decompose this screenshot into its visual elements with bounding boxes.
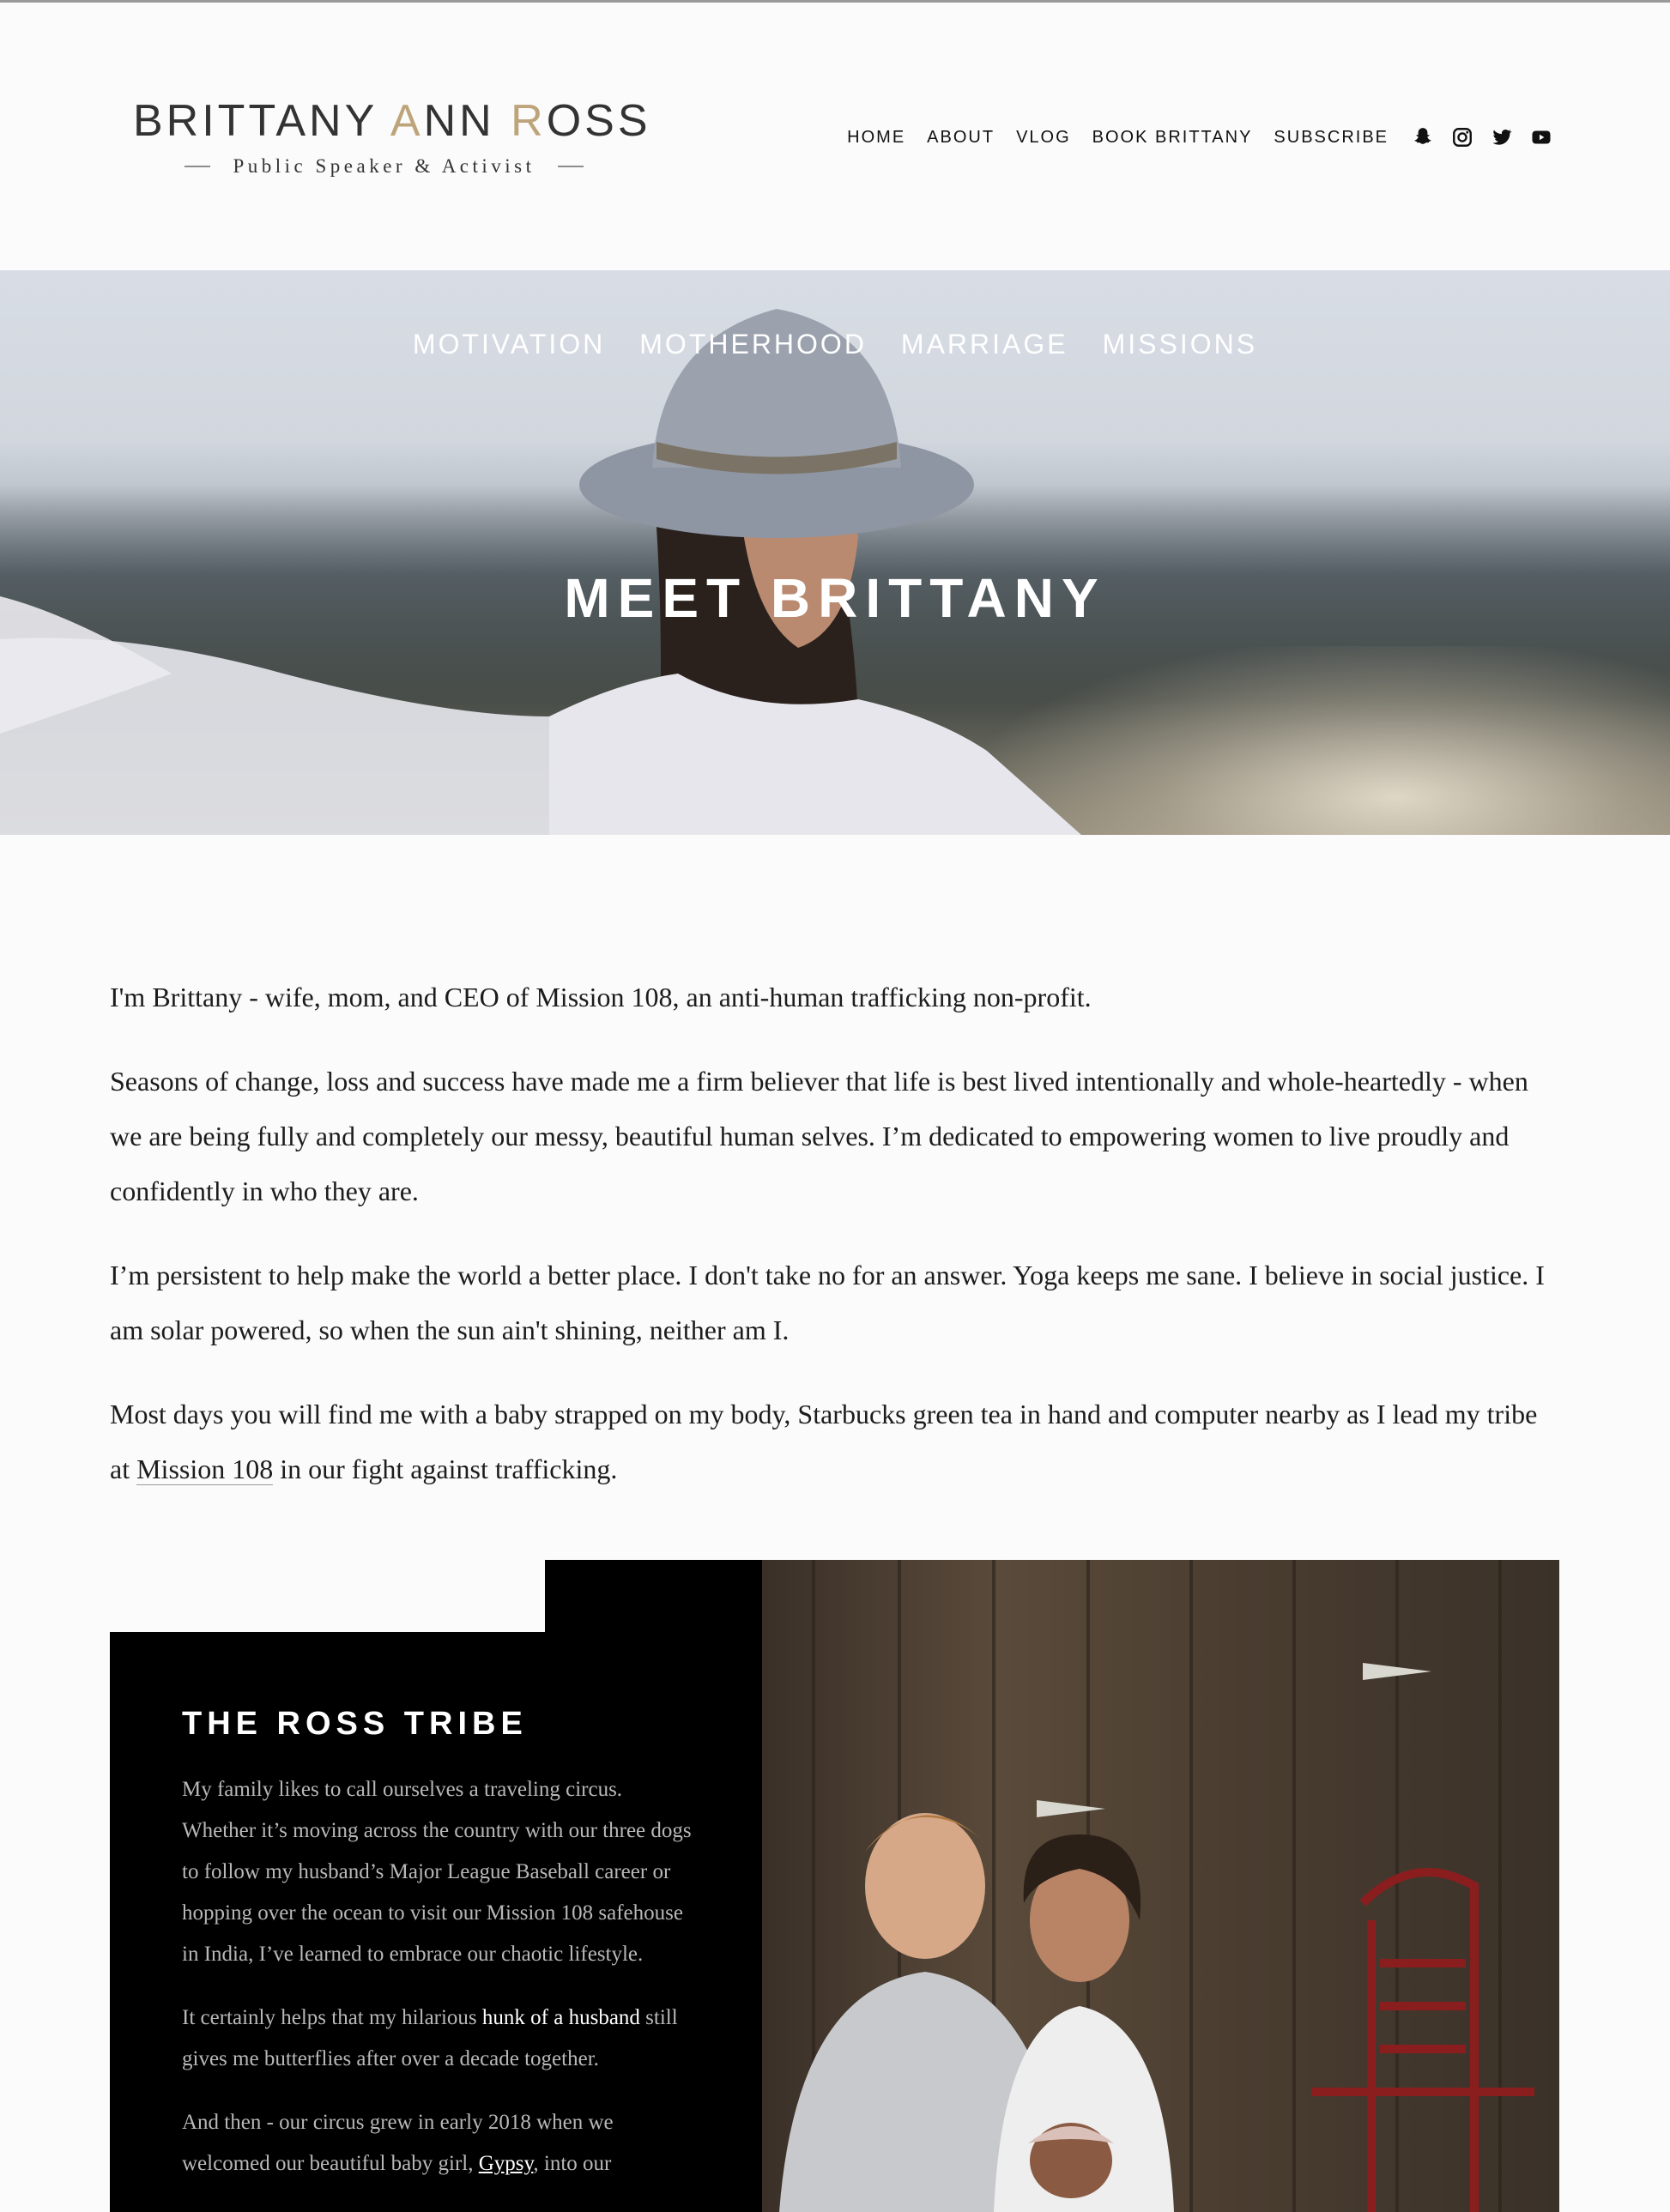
page-title: MEET BRITTANY <box>564 567 1106 629</box>
about-paragraph-3: I’m persistent to help make the world a … <box>110 1260 1545 1345</box>
main-nav: HOME ABOUT VLOG BOOK BRITTANY SUBSCRIBE <box>826 124 1554 150</box>
tribe-p2-text: It certainly helps that my hilarious <box>182 2006 482 2029</box>
tribe-title: THE ROSS TRIBE <box>182 1706 528 1742</box>
tagline-dash-right <box>557 166 584 167</box>
tab-missions[interactable]: MISSIONS <box>1103 329 1257 360</box>
social-links <box>1410 124 1554 150</box>
nav-about[interactable]: ABOUT <box>927 128 995 148</box>
tab-motivation[interactable]: MOTIVATION <box>413 329 605 360</box>
tribe-text: My family likes to call ourselves a trav… <box>182 1769 697 2207</box>
site-header: BRITTANY ANN ROSS Public Speaker & Activ… <box>0 3 1670 270</box>
tab-marriage[interactable]: MARRIAGE <box>901 329 1068 360</box>
about-content: I'm Brittany - wife, mom, and CEO of Mis… <box>110 970 1560 1526</box>
nav-subscribe[interactable]: SUBSCRIBE <box>1274 128 1389 148</box>
tribe-paragraph-2: It certainly helps that my hilarious hun… <box>182 1997 697 2080</box>
family-photo <box>762 1560 1559 2212</box>
about-paragraph-4: Most days you will find me with a baby s… <box>110 1387 1560 1496</box>
tagline-dash-left <box>185 166 211 167</box>
tribe-p3-text-end: , into our <box>533 2152 612 2175</box>
snapchat-icon[interactable] <box>1410 124 1436 150</box>
hero-banner: MOTIVATION MOTHERHOOD MARRIAGE MISSIONS … <box>0 270 1670 835</box>
hero-category-tabs: MOTIVATION MOTHERHOOD MARRIAGE MISSIONS <box>0 329 1670 360</box>
about-paragraph-1: I'm Brittany - wife, mom, and CEO of Mis… <box>110 982 1092 1012</box>
logo-title: BRITTANY ANN ROSS <box>133 96 651 146</box>
nav-home[interactable]: HOME <box>847 128 905 148</box>
logo-tagline-row: Public Speaker & Activist <box>133 155 635 178</box>
tribe-paragraph-3: And then - our circus grew in early 2018… <box>182 2102 697 2185</box>
site-logo[interactable]: BRITTANY ANN ROSS Public Speaker & Activ… <box>133 95 651 178</box>
nav-vlog[interactable]: VLOG <box>1016 128 1071 148</box>
mission-108-link[interactable]: Mission 108 <box>136 1454 274 1485</box>
logo-tagline: Public Speaker & Activist <box>233 155 535 177</box>
instagram-icon[interactable] <box>1449 124 1475 150</box>
twitter-icon[interactable] <box>1489 124 1515 150</box>
tab-motherhood[interactable]: MOTHERHOOD <box>639 329 867 360</box>
about-paragraph-2: Seasons of change, loss and success have… <box>110 1066 1528 1206</box>
about-p4-text-end: in our fight against trafficking. <box>273 1454 618 1484</box>
ross-tribe-card: THE ROSS TRIBE My family likes to call o… <box>110 1632 762 2212</box>
husband-link[interactable]: hunk of a husband <box>482 2006 640 2029</box>
youtube-icon[interactable] <box>1528 124 1554 150</box>
nav-book-brittany[interactable]: BOOK BRITTANY <box>1092 128 1253 148</box>
gypsy-link[interactable]: Gypsy <box>479 2152 534 2175</box>
tribe-paragraph-1: My family likes to call ourselves a trav… <box>182 1778 692 1966</box>
